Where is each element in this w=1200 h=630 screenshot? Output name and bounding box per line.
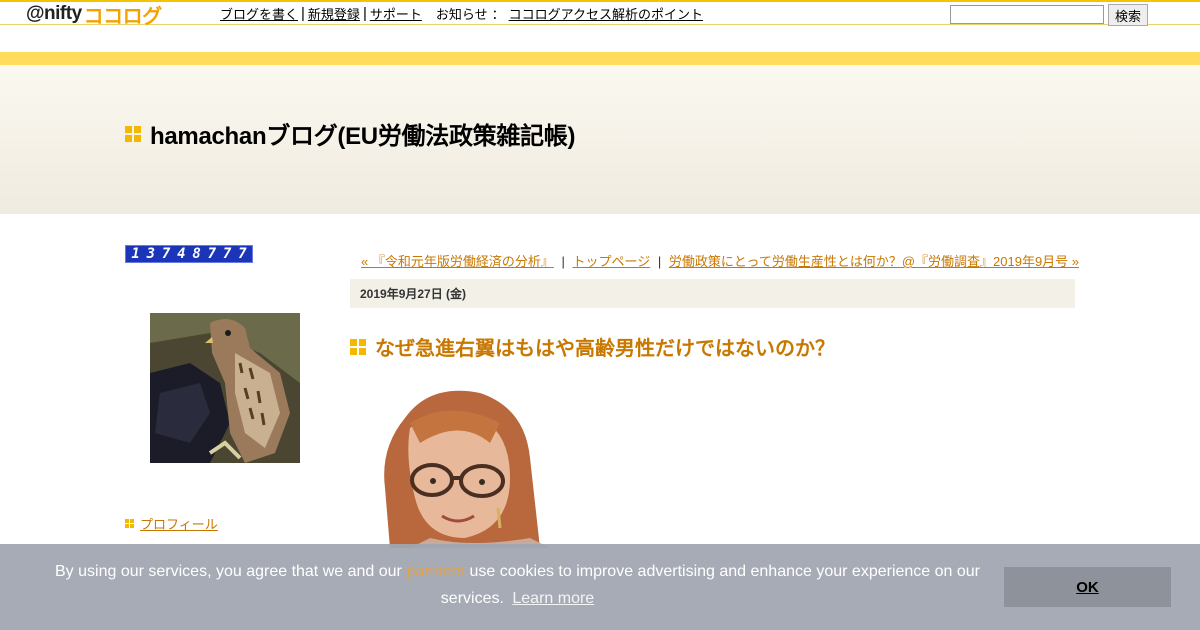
nav-support-link[interactable]: サポート <box>370 4 422 23</box>
logo-nifty-text: @nifty <box>26 3 82 24</box>
nav-divider: | <box>362 5 367 22</box>
nav-separator: | <box>657 254 662 269</box>
profile-link[interactable]: プロフィール <box>140 514 218 533</box>
entry-title-block: なぜ急進右翼はもはや高齢男性だけではないのか？ <box>350 332 835 361</box>
counter-digit: 1 <box>131 246 140 262</box>
blog-title[interactable]: hamachanブログ(EU労働法政策雑記帳) <box>150 116 575 151</box>
search-button[interactable]: 検索 <box>1108 4 1148 26</box>
next-post-link[interactable]: 労働政策にとって労働生産性とは何か？@『労働調査』2019年9月号 » <box>669 254 1079 269</box>
nav-separator: | <box>561 254 565 269</box>
blog-title-block: hamachanブログ(EU労働法政策雑記帳) <box>125 116 575 151</box>
counter-digit: 8 <box>192 246 201 262</box>
counter-digit: 3 <box>146 246 156 262</box>
nifty-cocolog-logo[interactable]: @nifty ココログ <box>26 3 162 28</box>
search-input[interactable] <box>950 5 1104 24</box>
profile-photo-hawk <box>150 313 300 463</box>
access-counter: 1 3 7 4 8 7 7 7 <box>125 245 253 263</box>
counter-digit: 7 <box>161 246 171 262</box>
counter-digit: 7 <box>207 246 217 262</box>
profile-link-block: プロフィール <box>125 514 218 533</box>
counter-digit: 7 <box>222 246 232 262</box>
header-stripe <box>0 52 1200 65</box>
nav-register-link[interactable]: 新規登録 <box>308 4 360 23</box>
counter-digit: 7 <box>238 246 247 262</box>
news-link[interactable]: ココログアクセス解析のポイント <box>509 4 703 23</box>
cookie-ok-button[interactable]: OK <box>1004 567 1171 607</box>
nav-divider: | <box>301 5 305 22</box>
profile-squares-icon <box>125 518 135 529</box>
partners-link[interactable]: partners <box>406 563 465 580</box>
logo-cocolog-text: ココログ <box>83 5 163 28</box>
news-label: お知らせ <box>435 7 488 22</box>
cookie-banner: By using our services, you agree that we… <box>0 544 1200 630</box>
prev-post-link[interactable]: « 『令和元年版労働経済の分析』 <box>361 254 554 269</box>
post-navigation: « 『令和元年版労働経済の分析』 | トップページ | 労働政策にとって労働生産… <box>361 251 1079 270</box>
entry-photo-woman <box>370 388 600 548</box>
cookie-message: By using our services, you agree that we… <box>40 558 995 612</box>
nav-write-blog-link[interactable]: ブログを書く <box>220 4 298 23</box>
cookie-text-before: By using our services, you agree that we… <box>55 563 402 580</box>
top-bar: @nifty ココログ ブログを書く | 新規登録 | サポート お知らせ ： … <box>0 0 1200 28</box>
counter-digit: 4 <box>177 246 186 262</box>
entry-squares-icon <box>350 338 366 355</box>
learn-more-link[interactable]: Learn more <box>512 590 594 607</box>
top-nav: ブログを書く | 新規登録 | サポート お知らせ ： ココログアクセス解析のポ… <box>220 4 703 23</box>
entry-title[interactable]: なぜ急進右翼はもはや高齢男性だけではないのか？ <box>375 332 835 361</box>
title-squares-icon <box>125 125 141 142</box>
home-link[interactable]: トップページ <box>572 254 650 269</box>
entry-date: 2019年9月27日 (金) <box>350 279 1075 308</box>
